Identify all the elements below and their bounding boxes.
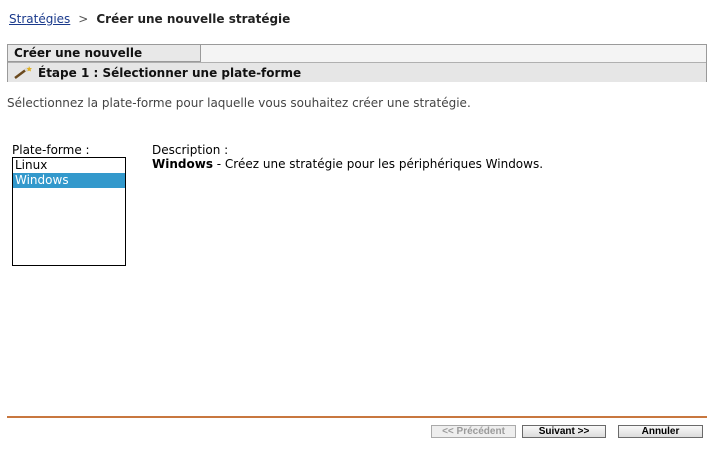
description-label: Description : xyxy=(152,143,229,157)
breadcrumb: Stratégies > Créer une nouvelle stratégi… xyxy=(9,12,290,26)
breadcrumb-chevron-icon: > xyxy=(78,12,89,26)
breadcrumb-link-strategies[interactable]: Stratégies xyxy=(9,12,70,26)
wand-icon xyxy=(12,65,34,81)
instructions-text: Sélectionnez la plate-forme pour laquell… xyxy=(7,96,471,110)
description-body: - Créez une stratégie pour les périphéri… xyxy=(212,157,544,171)
platform-option-linux[interactable]: Linux xyxy=(13,158,125,173)
wizard-header: Créer une nouvelle stratégie Étape 1 : S… xyxy=(7,44,707,82)
platform-label: Plate-forme : xyxy=(12,143,90,157)
description-text: Windows - Créez une stratégie pour les p… xyxy=(152,157,543,171)
footer-divider xyxy=(7,416,707,418)
platform-option-windows[interactable]: Windows xyxy=(13,173,125,188)
wizard-tab-title: Créer une nouvelle stratégie xyxy=(8,45,201,76)
previous-button[interactable]: << Précédent xyxy=(431,425,516,438)
platform-listbox[interactable]: Linux Windows xyxy=(12,157,126,266)
wizard-step-bar: Étape 1 : Sélectionner une plate-forme xyxy=(8,62,706,82)
wizard-step-label: Étape 1 : Sélectionner une plate-forme xyxy=(38,65,302,80)
description-title: Windows xyxy=(152,157,213,171)
next-button[interactable]: Suivant >> xyxy=(522,425,606,438)
cancel-button[interactable]: Annuler xyxy=(618,425,703,438)
breadcrumb-current: Créer une nouvelle stratégie xyxy=(96,12,291,26)
